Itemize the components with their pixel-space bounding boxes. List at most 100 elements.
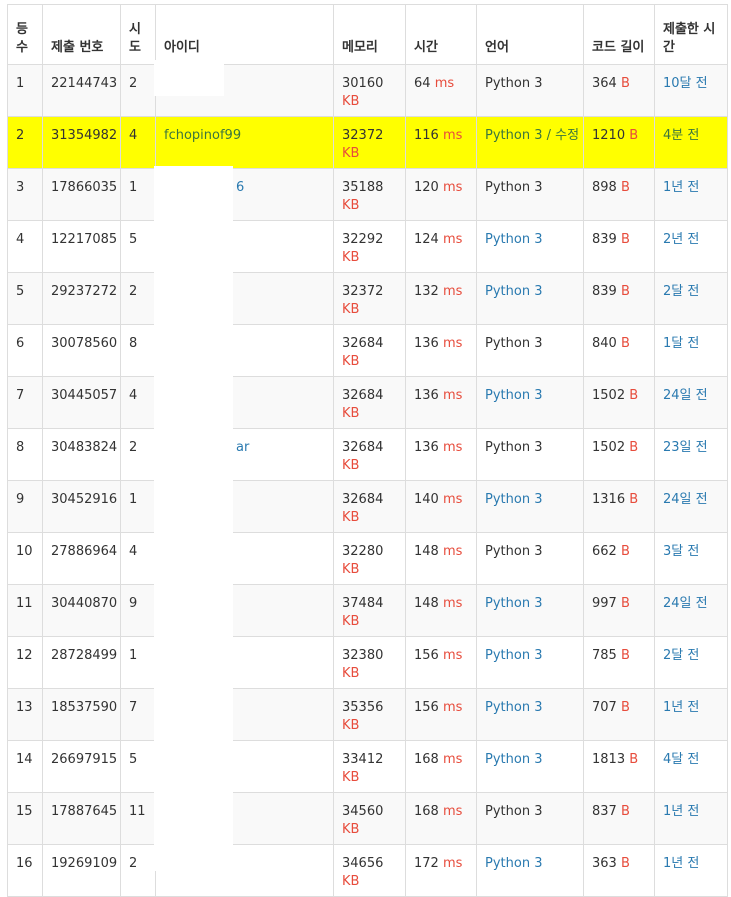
memory-value: 32292 [342,232,384,247]
submitted-at-link[interactable]: 10달 전 [663,76,708,91]
header-tries[interactable]: 시 도 [120,4,156,65]
submitted-at-cell: 2년 전 [654,220,728,273]
memory-value: 35188 [342,180,384,195]
header-time[interactable]: 시간 [405,4,477,65]
table-header-row: 등 수 제출 번호 시 도 아이디 메모리 시간 언어 코드 길이 제출한 시 … [7,4,728,65]
submitted-at-link[interactable]: 3달 전 [663,544,699,559]
code-length-value: 364 [592,76,617,91]
submission-id: 30440870 [51,596,118,611]
submission-id-cell: 27886964 [42,532,121,585]
language-link[interactable]: Python 3 [485,596,542,611]
code-length-value: 785 [592,648,617,663]
time-value: 64 [414,76,431,91]
tries-cell: 4 [120,116,156,169]
memory-unit: KB [342,406,360,421]
user-id-link[interactable]: 6 [236,180,244,195]
code-length-cell: 840 B [583,324,655,377]
time-unit: ms [442,492,463,507]
submitted-at-cell: 24일 전 [654,480,728,533]
language-link: Python 3 [485,440,543,455]
tries-cell: 1 [120,480,156,533]
table-row: 2 31354982 4 fchopinof99 32372 KB 116 ms Python… [7,116,728,169]
language-cell: Python 3 [476,428,584,481]
time-unit: ms [442,648,463,663]
time-unit: ms [442,180,463,195]
language-link[interactable]: Python 3 [485,700,542,715]
memory-cell: 32380 KB [333,636,406,689]
submitted-at-cell: 1년 전 [654,168,728,221]
memory-cell: 30160 KB [333,64,406,117]
code-length-unit: B [620,544,630,559]
time-unit: ms [442,752,463,767]
submitted-at-link[interactable]: 1달 전 [663,336,699,351]
code-length-unit: B [620,284,630,299]
rank-cell: 6 [7,324,43,377]
submitted-at-link[interactable]: 4달 전 [663,752,699,767]
submitted-at-link[interactable]: 24일 전 [663,492,708,507]
user-id-link[interactable]: fchopinof99 [164,128,241,143]
submitted-at-link[interactable]: 24일 전 [663,388,708,403]
tries-cell: 4 [120,532,156,585]
code-length-unit: B [620,804,630,819]
language-link[interactable]: Python 3 [485,492,542,507]
code-length-value: 837 [592,804,617,819]
memory-unit: KB [342,562,360,577]
table-row: 7 30445057 4 32684 KB 136 ms Python 3 1502 B 24일… [7,376,728,429]
header-language[interactable]: 언어 [476,4,584,65]
language-link[interactable]: Python 3 [485,752,542,767]
submitted-at-link[interactable]: 2달 전 [663,284,699,299]
submission-id: 18537590 [51,700,118,715]
time-unit: ms [434,76,455,91]
header-submission-id[interactable]: 제출 번호 [42,4,121,65]
language-link[interactable]: Python 3 [485,232,542,247]
header-user-id[interactable]: 아이디 [155,4,334,65]
memory-value: 35356 [342,700,384,715]
language-link[interactable]: Python 3 [485,388,542,403]
code-length-value: 898 [592,180,617,195]
submitted-at-link[interactable]: 1년 전 [663,856,699,871]
header-submitted-at[interactable]: 제출한 시 간 [654,4,728,65]
code-length-cell: 1502 B [583,376,655,429]
language-link[interactable]: Python 3 [485,648,542,663]
table-row: 15 17887645 11 34560 KB 168 ms Python 3 837 B 1년… [7,792,728,845]
code-length-cell: 997 B [583,584,655,637]
submitted-at-link[interactable]: 1년 전 [663,804,699,819]
submitted-at-link[interactable]: 4분 전 [663,128,699,143]
memory-cell: 33412 KB [333,740,406,793]
language-cell: Python 3 [476,532,584,585]
header-rank[interactable]: 등 수 [7,4,43,65]
submitted-at-link[interactable]: 2년 전 [663,232,699,247]
language-cell: Python 3 [476,168,584,221]
language-cell: Python 3 [476,272,584,325]
time-cell: 156 ms [405,688,477,741]
header-code-length[interactable]: 코드 길이 [583,4,655,65]
submitted-at-link[interactable]: 2달 전 [663,648,699,663]
code-length-cell: 1210 B [583,116,655,169]
language-link[interactable]: Python 3 [485,284,542,299]
time-value: 156 [414,648,439,663]
code-length-unit: B [620,856,630,871]
table-row: 4 12217085 5 32292 KB 124 ms Python 3 839 B 2년 전 [7,220,728,273]
language-link[interactable]: Python 3 [485,856,542,871]
submitted-at-link[interactable]: 23일 전 [663,440,708,455]
table-row: 5 29237272 2 32372 KB 132 ms Python 3 839 B 2달 전 [7,272,728,325]
rank-cell: 9 [7,480,43,533]
rank-cell: 1 [7,64,43,117]
submission-id-cell: 17866035 [42,168,121,221]
header-memory[interactable]: 메모리 [333,4,406,65]
user-id-link[interactable]: ar [236,440,249,455]
submitted-at-link[interactable]: 24일 전 [663,596,708,611]
time-cell: 148 ms [405,584,477,637]
memory-value: 32684 [342,388,384,403]
code-length-unit: B [620,648,630,663]
submitted-at-cell: 4분 전 [654,116,728,169]
memory-unit: KB [342,666,360,681]
rank-cell: 3 [7,168,43,221]
code-length-unit: B [620,596,630,611]
submission-id-cell: 31354982 [42,116,121,169]
submitted-at-link[interactable]: 1년 전 [663,180,699,195]
submitted-at-link[interactable]: 1년 전 [663,700,699,715]
code-length-cell: 707 B [583,688,655,741]
submitted-at-cell: 1달 전 [654,324,728,377]
language-cell: Python 3 [476,688,584,741]
